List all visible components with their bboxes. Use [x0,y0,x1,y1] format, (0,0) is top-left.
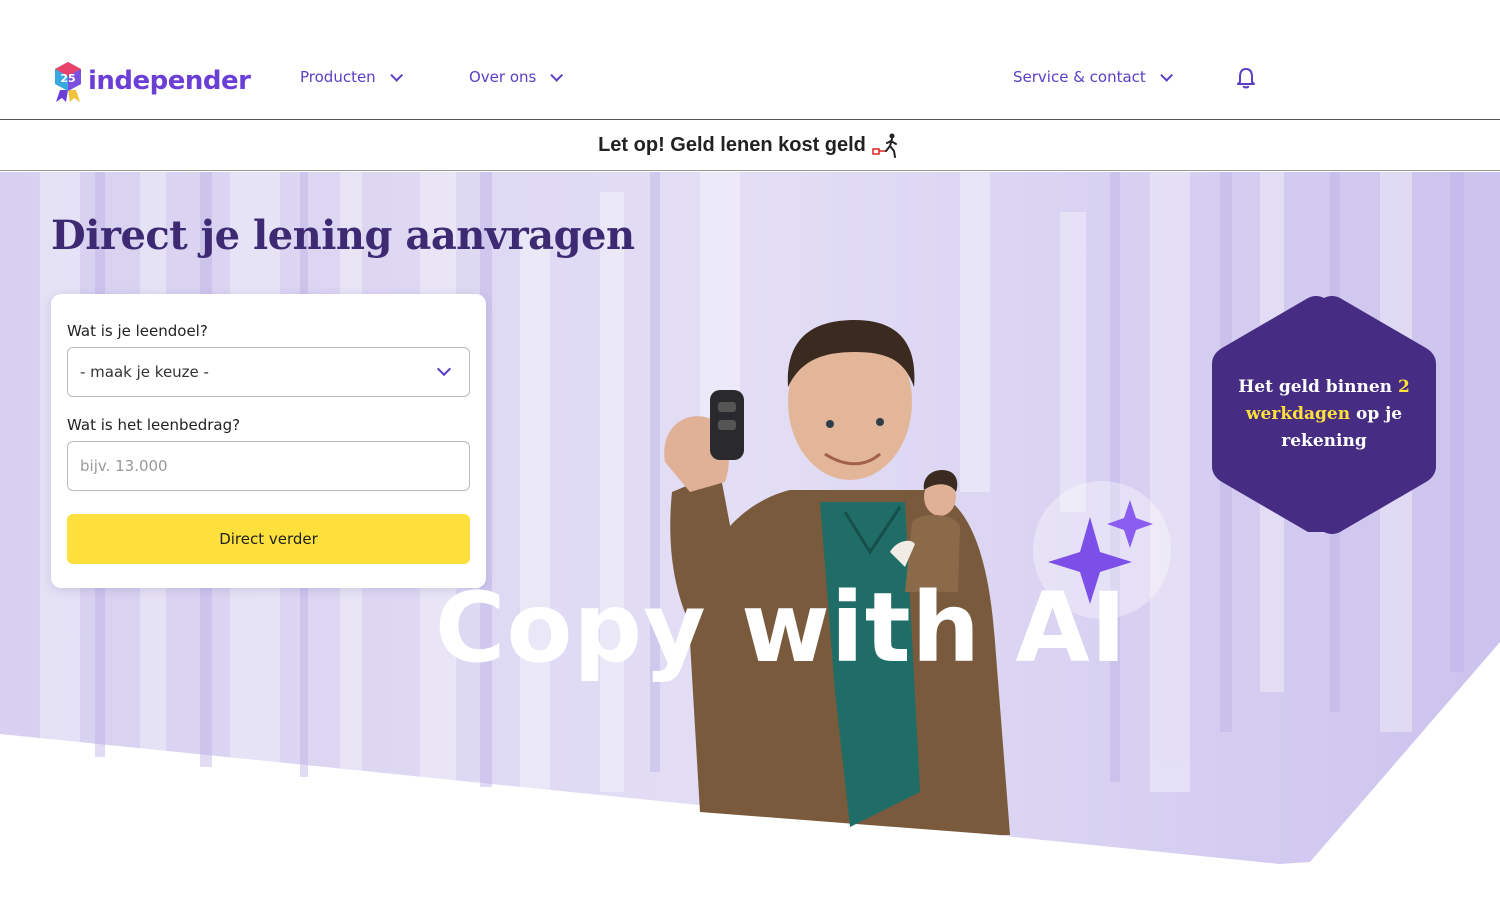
copy-with-ai-watermark: Copy with AI [435,572,1128,684]
logo-badge-number: 25 [60,72,75,85]
nav-service-contact-label: Service & contact [1013,68,1146,86]
badge-line-b: op je [1350,404,1403,424]
logo-badge-icon: 25 [55,62,81,102]
nav-producten[interactable]: Producten [300,68,403,86]
nav-over-ons-label: Over ons [469,68,537,86]
badge-highlight-word: werkdagen [1245,404,1351,424]
hero-section: Direct je lening aanvragen Wat is je lee… [0,172,1500,909]
nav-producten-label: Producten [300,68,376,86]
nav-service-contact[interactable]: Service & contact [1013,68,1173,86]
loan-purpose-select[interactable]: - maak je keuze - [67,347,470,397]
loan-warning-bar: Let op! Geld lenen kost geld [0,121,1500,171]
badge-highlight-number: 2 [1397,377,1410,397]
hexagon-badge-text: Het geld binnen 2 werkdagen op je rekeni… [1222,374,1426,455]
loan-purpose-value: - maak je keuze - [80,363,209,381]
chevron-down-icon [436,361,452,377]
chevron-down-icon [550,68,564,82]
walking-person-icon [872,133,897,158]
logo[interactable]: 25 independer [52,60,251,102]
nav-over-ons[interactable]: Over ons [469,68,564,86]
site-header: 25 independer Producten Over ons Service… [0,0,1500,120]
loan-purpose-label: Wat is je leendoel? [67,322,208,340]
chevron-down-icon [389,68,403,82]
badge-line-a: Het geld binnen [1238,377,1398,397]
bell-icon[interactable] [1235,66,1257,90]
loan-form-card: Wat is je leendoel? - maak je keuze - Wa… [51,294,486,588]
chevron-down-icon [1160,68,1173,82]
loan-amount-label: Wat is het leenbedrag? [67,416,241,434]
loan-amount-input[interactable] [67,441,470,491]
logo-text: independer [88,66,251,96]
direct-verder-button[interactable]: Direct verder [67,514,470,564]
loan-warning-text: Let op! Geld lenen kost geld [598,134,866,156]
hero-title: Direct je lening aanvragen [51,212,635,259]
badge-line-c: rekening [1281,431,1367,451]
